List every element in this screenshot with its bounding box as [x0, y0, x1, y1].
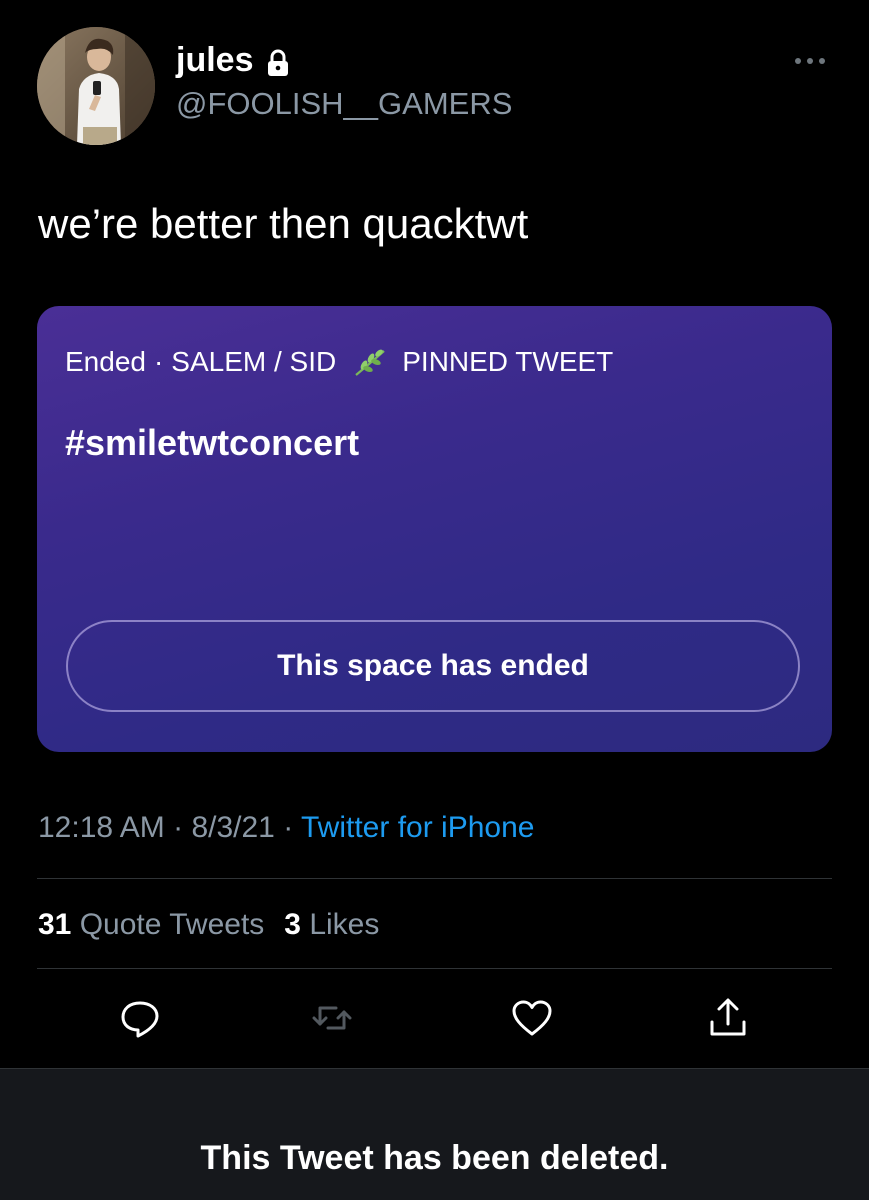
space-meta: Ended · SALEM / SID PINNED TWEET — [65, 344, 613, 380]
more-horizontal-icon[interactable] — [790, 46, 830, 76]
space-ended-button[interactable]: This space has ended — [66, 620, 800, 712]
tweet-time[interactable]: 12:18 AM — [38, 811, 165, 844]
quote-tweets-stat[interactable]: 31 Quote Tweets — [38, 908, 264, 941]
avatar[interactable] — [37, 27, 155, 145]
retweet-icon — [310, 996, 354, 1040]
tweet-date[interactable]: 8/3/21 — [191, 811, 274, 844]
space-ended-label: This space has ended — [277, 649, 589, 682]
herb-icon — [352, 347, 388, 377]
meta-separator-2: · — [283, 811, 294, 844]
meta-separator: · — [173, 811, 184, 844]
space-card[interactable]: Ended · SALEM / SID PINNED TWEET #smilet… — [37, 306, 832, 752]
like-label: Likes — [309, 908, 380, 941]
user-handle[interactable]: @FOOLISH__GAMERS — [176, 84, 512, 124]
space-separator: · — [153, 346, 164, 377]
heart-icon[interactable] — [510, 996, 554, 1040]
display-name[interactable]: jules — [176, 38, 253, 82]
quote-label: Quote Tweets — [79, 908, 265, 941]
share-icon[interactable] — [706, 996, 750, 1040]
timestamp-row: 12:18 AM · 8/3/21 · Twitter for iPhone — [38, 808, 534, 848]
tweet-source-link[interactable]: Twitter for iPhone — [301, 811, 534, 844]
like-count: 3 — [284, 908, 301, 941]
pinned-label: PINNED TWEET — [402, 346, 614, 377]
divider — [37, 968, 832, 969]
space-hosts: SALEM / SID — [171, 346, 337, 377]
space-status: Ended — [65, 346, 146, 377]
space-title[interactable]: #smiletwtconcert — [65, 420, 359, 466]
display-name-row[interactable]: jules — [176, 38, 293, 82]
divider — [37, 878, 832, 879]
stats-row: 31 Quote Tweets 3 Likes — [38, 904, 379, 946]
reply-icon[interactable] — [118, 996, 162, 1040]
quote-count: 31 — [38, 908, 72, 941]
deleted-tweet-message: This Tweet has been deleted. — [200, 1139, 669, 1177]
deleted-banner — [0, 1068, 869, 1200]
lock-icon — [263, 45, 293, 76]
likes-stat[interactable]: 3 Likes — [284, 908, 379, 941]
tweet-text: we’re better then quacktwt — [38, 200, 529, 247]
